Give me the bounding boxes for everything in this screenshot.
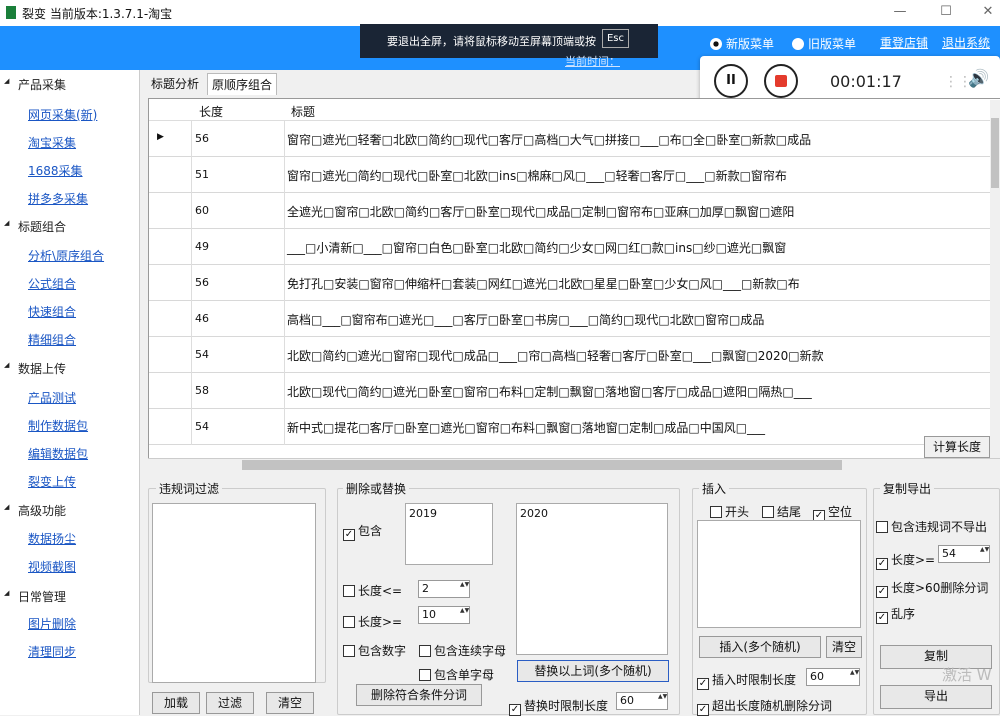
sidebar-item-pdd-collect[interactable]: 拼多多采集	[28, 190, 88, 207]
minimize-button[interactable]: —	[888, 2, 912, 22]
insert-group-label: 插入	[699, 480, 730, 497]
export-length-ge-checkbox[interactable]: ✓ 长度>=	[876, 551, 935, 570]
length-ge-input[interactable]: 10	[418, 606, 470, 624]
app-icon	[6, 6, 16, 19]
sidebar-group-collect[interactable]: 产品采集	[0, 72, 140, 94]
stop-icon	[775, 75, 787, 87]
pause-icon[interactable]: II	[714, 64, 748, 98]
sidebar-group-upload[interactable]: 数据上传	[0, 356, 140, 378]
maximize-button[interactable]: ☐	[934, 2, 958, 22]
table-row[interactable]: 56 免打孔□安装□窗帘□伸缩杆□套装□网红□遮光□北欧□星星□卧室□少女□风□_…	[149, 265, 994, 301]
insert-tail-checkbox[interactable]: 结尾	[762, 503, 801, 520]
contains-words-textarea[interactable]: 2019	[405, 503, 493, 565]
sidebar-item-fine[interactable]: 精细组合	[28, 331, 76, 348]
insert-clear-button[interactable]: 清空	[826, 636, 862, 658]
sidebar-item-edit-pack[interactable]: 编辑数据包	[28, 445, 88, 462]
sidebar-item-sync[interactable]: 清理同步	[28, 643, 76, 660]
radio-unchecked-icon	[792, 38, 804, 50]
filter-group-label: 违规词过滤	[156, 480, 223, 497]
table-row[interactable]: 58 北欧□现代□简约□遮光□卧室□窗帘□布料□定制□飘窗□落地窗□客厅□成品□遮…	[149, 373, 994, 409]
old-menu-radio[interactable]: 旧版菜单	[792, 35, 856, 52]
sidebar-item-analysis[interactable]: 分析\原序组合	[28, 247, 104, 264]
grid-header: 长度 标题	[149, 99, 1000, 121]
sidebar-group-advanced[interactable]: 高级功能	[0, 498, 140, 520]
sidebar-item-test[interactable]: 产品测试	[28, 389, 76, 406]
table-row[interactable]: 49 ___□小清新□___□窗帘□白色□卧室□北欧□简约□少女□网□红□款□in…	[149, 229, 994, 265]
sidebar-item-formula[interactable]: 公式组合	[28, 275, 76, 292]
fullscreen-banner-text: 要退出全屏，请将鼠标移动至屏幕顶端或按	[387, 35, 596, 48]
current-time-label: 当前时间：	[565, 55, 620, 68]
length-ge-checkbox[interactable]: 长度>=	[343, 613, 402, 630]
logout-link[interactable]: 退出系统	[942, 34, 990, 51]
col-length[interactable]: 长度	[199, 103, 223, 120]
grid-horizontal-scroll-thumb[interactable]	[242, 460, 842, 470]
load-button[interactable]: 加载	[152, 692, 200, 714]
sidebar-item-upload[interactable]: 裂变上传	[28, 473, 76, 490]
col-title[interactable]: 标题	[291, 103, 315, 120]
shuffle-checkbox[interactable]: ✓ 乱序	[876, 605, 915, 624]
sidebar-item-1688-collect[interactable]: 1688采集	[28, 162, 83, 179]
insert-random-button[interactable]: 插入(多个随机)	[699, 636, 821, 658]
tab-title-analysis[interactable]: 标题分析	[147, 73, 203, 94]
sidebar-item-make-pack[interactable]: 制作数据包	[28, 417, 88, 434]
sidebar-item-image-delete[interactable]: 图片删除	[28, 615, 76, 632]
delete-matching-words-button[interactable]: 删除符合条件分词	[356, 684, 482, 706]
replace-group-label: 删除或替换	[343, 480, 410, 497]
replace-limit-length-input[interactable]: 60	[616, 692, 668, 710]
relogin-link[interactable]: 重登店铺	[880, 34, 928, 51]
delete-over-60-checkbox[interactable]: ✓ 长度>60删除分词	[876, 579, 988, 598]
insert-head-checkbox[interactable]: 开头	[710, 503, 749, 520]
replace-words-textarea[interactable]: 2020	[516, 503, 668, 655]
activation-watermark: 激活 W	[942, 666, 992, 684]
table-row[interactable]: 46 高档□___□窗帘布□遮光□___□客厅□卧室□书房□___□简约□现代□北…	[149, 301, 994, 337]
sidebar-item-data[interactable]: 数据扬尘	[28, 530, 76, 547]
contains-consecutive-letters-checkbox[interactable]: 包含连续字母	[419, 642, 506, 659]
contains-single-letter-checkbox[interactable]: 包含单字母	[419, 666, 494, 683]
filter-button[interactable]: 过滤	[206, 692, 254, 714]
clear-filter-button[interactable]: 清空	[266, 692, 314, 714]
record-timer: 00:01:17	[830, 72, 902, 91]
window-title: 裂变 当前版本:1.3.7.1-淘宝	[22, 7, 173, 21]
contains-digit-checkbox[interactable]: 包含数字	[343, 642, 406, 659]
export-length-ge-input[interactable]: 54	[938, 545, 990, 563]
esc-key-hint: Esc	[601, 29, 629, 48]
contains-checkbox[interactable]: ✓ 包含	[343, 522, 382, 541]
close-button[interactable]: ✕	[976, 2, 1000, 22]
table-row[interactable]: 60 全遮光□窗帘□北欧□简约□客厅□卧室□现代□成品□定制□窗帘布□亚麻□加厚□…	[149, 193, 994, 229]
replace-words-button[interactable]: 替换以上词(多个随机)	[517, 660, 669, 682]
sidebar-item-taobao-collect[interactable]: 淘宝采集	[28, 134, 76, 151]
row-pointer-icon: ▶	[157, 132, 164, 142]
length-le-input[interactable]: 2	[418, 580, 470, 598]
filter-words-textarea[interactable]	[152, 503, 316, 683]
tab-original-order[interactable]: 原顺序组合	[207, 73, 278, 95]
insert-limit-length-input[interactable]: 60	[806, 668, 860, 686]
tab-bar: 标题分析 原顺序组合	[145, 72, 705, 95]
table-row[interactable]: 54 北欧□简约□遮光□窗帘□现代□成品□___□帘□高档□轻奢□客厅□卧室□__…	[149, 337, 994, 373]
stop-record-button[interactable]	[764, 64, 798, 98]
table-row[interactable]: 51 窗帘□遮光□简约□现代□卧室□北欧□ins□棉麻□风□___□轻奢□客厅□_…	[149, 157, 994, 193]
new-menu-radio[interactable]: 新版菜单	[710, 35, 774, 52]
sidebar-group-daily[interactable]: 日常管理	[0, 584, 140, 606]
export-button[interactable]: 导出	[880, 685, 992, 709]
calc-length-button[interactable]: 计算长度	[924, 436, 990, 458]
replace-limit-length-checkbox[interactable]: ✓ 替换时限制长度	[509, 697, 608, 716]
length-le-checkbox[interactable]: 长度<=	[343, 582, 402, 599]
radio-checked-icon	[710, 38, 722, 50]
insert-limit-length-checkbox[interactable]: ✓ 插入时限制长度	[697, 671, 796, 690]
grid-vertical-scroll-thumb[interactable]	[991, 118, 999, 188]
volume-icon[interactable]: 🔊	[968, 69, 989, 89]
table-row[interactable]: 54 新中式□提花□客厅□卧室□遮光□窗帘□布料□飘窗□落地窗□定制□成品□中国风…	[149, 409, 994, 445]
insert-over-delete-checkbox[interactable]: ✓ 超出长度随机删除分词	[697, 697, 832, 716]
export-group-label: 复制导出	[880, 480, 935, 497]
insert-words-textarea[interactable]	[697, 520, 861, 628]
sidebar-group-title[interactable]: 标题组合	[0, 214, 140, 236]
sidebar-item-video[interactable]: 视频截图	[28, 558, 76, 575]
title-grid: 长度 标题 ▶ 56 窗帘□遮光□轻奢□北欧□简约□现代□客厅□高档□大气□拼接□_…	[148, 98, 1000, 473]
table-row[interactable]: ▶ 56 窗帘□遮光□轻奢□北欧□简约□现代□客厅□高档□大气□拼接□___□布□全…	[149, 121, 994, 157]
sidebar-item-quick[interactable]: 快速组合	[28, 303, 76, 320]
sidebar-item-web-collect[interactable]: 网页采集(新)	[28, 106, 97, 123]
sidebar: 产品采集 网页采集(新) 淘宝采集 1688采集 拼多多采集 标题组合 分析\原…	[0, 70, 140, 715]
exclude-bad-words-checkbox[interactable]: 包含违规词不导出	[876, 518, 987, 535]
